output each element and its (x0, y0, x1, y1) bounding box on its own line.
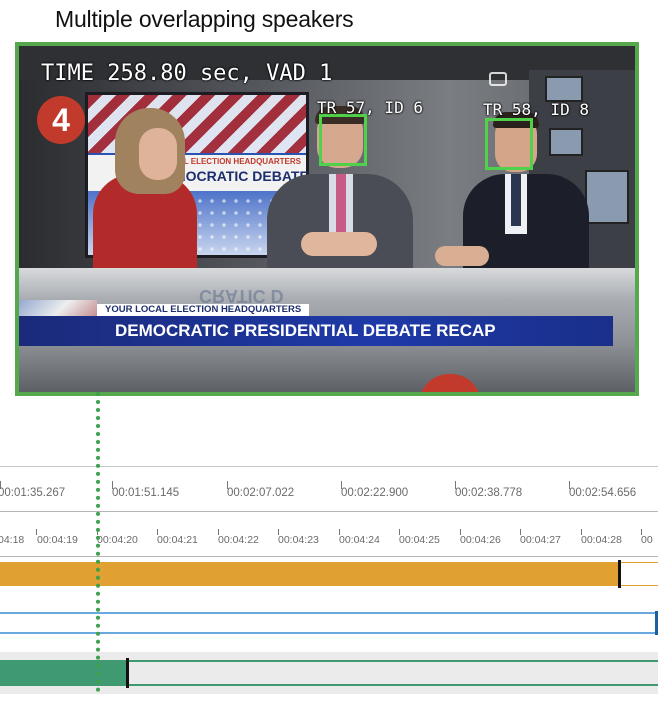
ruler-fine-label: 00:04:24 (339, 534, 380, 546)
ruler-coarse-label: 00:02:07.022 (227, 487, 295, 499)
speaker-woman-face (139, 128, 177, 180)
ruler-fine-label: 04:18 (0, 534, 25, 546)
channel-logo: 4 (37, 96, 85, 144)
speaker-track-green-bottom[interactable] (128, 684, 658, 686)
ruler-coarse-label: 00:02:22.900 (341, 487, 409, 499)
ruler-coarse-label: 00:01:51.145 (112, 487, 180, 499)
monitor (585, 170, 629, 224)
figure-title: Multiple overlapping speakers (55, 6, 354, 32)
ruler-fine-label: 00 (641, 534, 653, 546)
playhead-dotted-line[interactable] (96, 392, 100, 692)
track-label-2: TR 58, ID 8 (483, 100, 589, 119)
speaker-man2-hands (435, 246, 489, 266)
ruler-fine-label: 00:04:19 (37, 534, 78, 546)
screen-small-text: AL ELECTION HEADQUARTERS (178, 157, 301, 166)
lower-third-base (19, 346, 635, 392)
desk-reflection: CRATIC D (199, 286, 284, 306)
ruler-coarse-label: 00:02:54.656 (569, 487, 637, 499)
ruler-coarse-label: 00:02:38.778 (455, 487, 523, 499)
speaker-man2-tie (511, 174, 521, 226)
speaker-track-green-top[interactable] (128, 660, 658, 662)
segment-boundary-marker[interactable] (618, 560, 621, 588)
face-detection-box-2[interactable] (485, 118, 533, 170)
monitor (549, 128, 583, 156)
ruler-fine-label: 00:04:27 (520, 534, 561, 546)
track-label-1: TR 57, ID 6 (317, 98, 423, 117)
ruler-fine-label: 00:04:28 (581, 534, 622, 546)
lower-third-small-text: YOUR LOCAL ELECTION HEADQUARTERS (97, 304, 310, 316)
ruler-coarse-label: 00:01:35.267 (0, 487, 66, 499)
ruler-fine-label: 00:04:25 (399, 534, 440, 546)
video-frame[interactable]: 4 AL ELECTION HEADQUARTERS MOCRATIC DEBA… (15, 42, 639, 396)
face-detection-box-1[interactable] (319, 114, 367, 166)
speaker-man1-hands (301, 232, 377, 256)
ruler-fine-label: 00:04:21 (157, 534, 198, 546)
segment-boundary-marker[interactable] (126, 658, 129, 688)
speaker-segment-green[interactable] (0, 660, 128, 686)
speaker-track-orange-empty[interactable] (620, 562, 658, 586)
speaker-segment-orange[interactable] (0, 562, 620, 586)
speaker-man1-tie (336, 174, 346, 232)
monitor (545, 76, 583, 102)
ruler-fine-label: 00:04:22 (218, 534, 259, 546)
ruler-fine-label: 00:04:20 (97, 534, 138, 546)
camera-icon (489, 72, 507, 86)
lower-third-bar: DEMOCRATIC PRESIDENTIAL DEBATE RECAP (19, 316, 613, 346)
time-vad-overlay: TIME 258.80 sec, VAD 1 (41, 61, 333, 86)
lower-third-headline: DEMOCRATIC PRESIDENTIAL DEBATE RECAP (115, 321, 496, 340)
ruler-fine-label: 00:04:26 (460, 534, 501, 546)
ruler-fine-label: 00:04:23 (278, 534, 319, 546)
